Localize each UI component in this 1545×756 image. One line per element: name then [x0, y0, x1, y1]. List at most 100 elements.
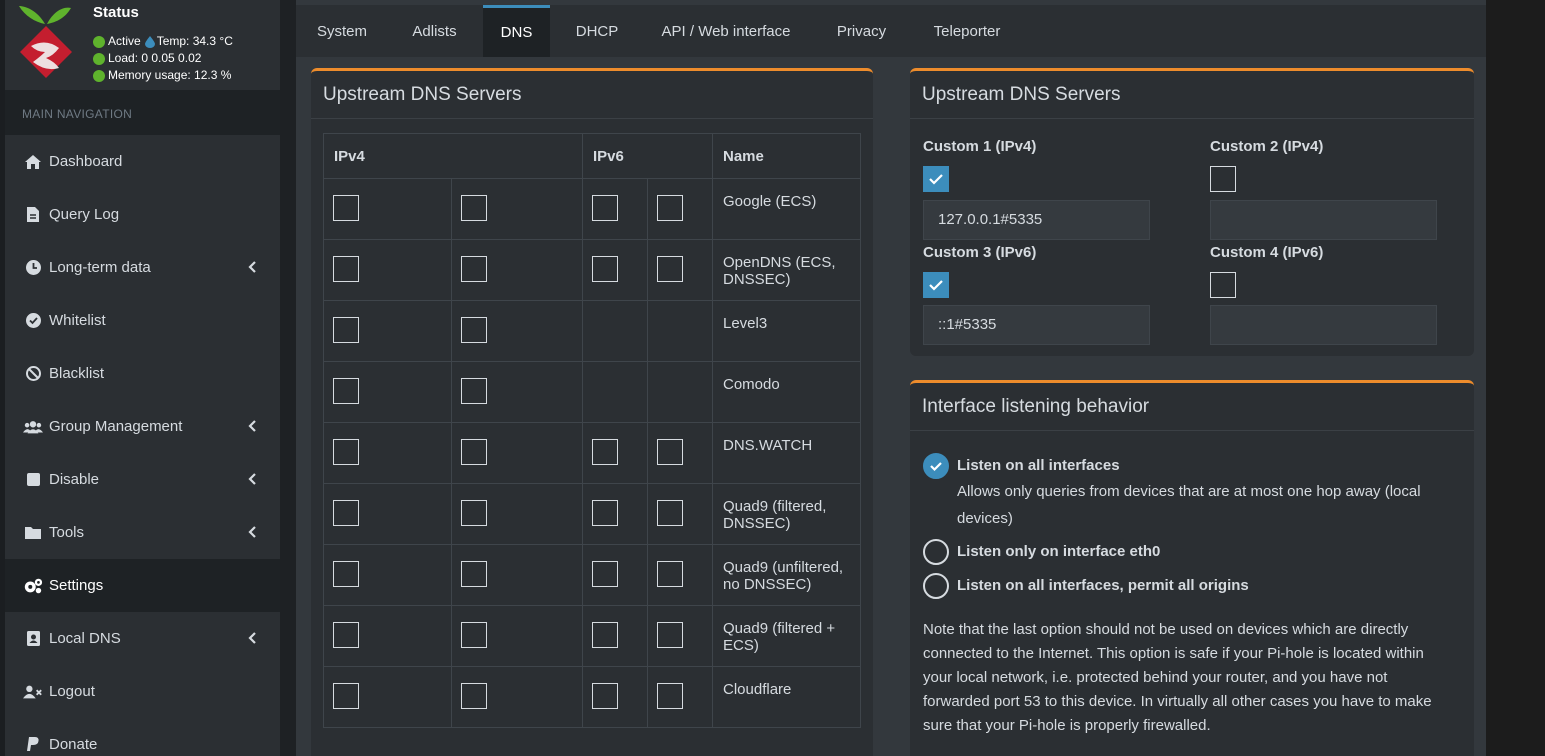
- stop-icon: [23, 471, 43, 489]
- ipv4-checkbox[interactable]: [333, 256, 359, 282]
- tab-system[interactable]: System: [296, 5, 388, 57]
- interface-note: Note that the last option should not be …: [923, 618, 1432, 738]
- custom4-input[interactable]: [1210, 305, 1437, 345]
- custom3-input[interactable]: ::1#5335: [923, 305, 1150, 345]
- ipv4-checkbox[interactable]: [461, 561, 488, 587]
- ipv4-checkbox[interactable]: [333, 500, 359, 526]
- listen-eth0-radio[interactable]: [923, 539, 949, 565]
- sidebar-item-whitelist[interactable]: Whitelist: [5, 294, 280, 347]
- sidebar-item-logout[interactable]: Logout: [5, 665, 280, 718]
- sidebar-item-label: Settings: [49, 577, 104, 594]
- tab-teleporter[interactable]: Teleporter: [913, 5, 1021, 57]
- checkbox-cell: [582, 544, 648, 606]
- ipv4-checkbox[interactable]: [461, 500, 488, 526]
- check-circle-icon: [23, 312, 43, 330]
- ipv4-checkbox[interactable]: [461, 256, 488, 282]
- table-row: Quad9 (filtered, DNSSEC): [322, 483, 861, 545]
- tab-privacy[interactable]: Privacy: [810, 5, 913, 57]
- sidebar-item-label: Blacklist: [49, 365, 105, 382]
- tab-adlists[interactable]: Adlists: [388, 5, 481, 57]
- ipv6-checkbox[interactable]: [592, 195, 618, 221]
- listen-all-origins-radio[interactable]: [923, 573, 949, 599]
- checkbox-cell: [647, 300, 713, 362]
- gears-icon: [23, 577, 43, 595]
- ipv6-checkbox[interactable]: [592, 683, 618, 709]
- ipv6-checkbox[interactable]: [657, 439, 683, 465]
- ipv4-checkbox[interactable]: [461, 622, 488, 648]
- checkbox-cell: [582, 666, 648, 728]
- sidebar-item-group-management[interactable]: Group Management: [5, 400, 280, 453]
- checkbox-cell: [322, 605, 453, 667]
- ipv6-checkbox[interactable]: [592, 256, 618, 282]
- nav-header: MAIN NAVIGATION: [5, 90, 280, 135]
- checkbox-cell: [582, 239, 648, 301]
- sidebar-item-blacklist[interactable]: Blacklist: [5, 347, 280, 400]
- chevron-left-icon: [248, 260, 258, 274]
- table-header-row: IPv4 IPv6 Name: [323, 133, 861, 179]
- ipv6-checkbox[interactable]: [657, 683, 683, 709]
- ipv6-checkbox[interactable]: [657, 256, 683, 282]
- checkbox-cell: [451, 544, 583, 606]
- listen-all-radio[interactable]: [923, 453, 949, 479]
- ipv4-checkbox[interactable]: [333, 622, 359, 648]
- sidebar-item-label: Disable: [49, 471, 100, 488]
- home-icon: [23, 153, 43, 171]
- checkbox-cell: [451, 422, 583, 484]
- paypal-icon: [23, 736, 43, 754]
- note-line: Note that the last option should not be …: [923, 621, 1409, 638]
- chevron-left-icon: [248, 472, 258, 486]
- ipv4-checkbox[interactable]: [461, 683, 488, 709]
- ipv4-checkbox[interactable]: [333, 378, 359, 404]
- tab-dns[interactable]: DNS: [483, 5, 550, 57]
- tab-dhcp[interactable]: DHCP: [552, 5, 642, 57]
- sidebar-item-query-log[interactable]: Query Log: [5, 188, 280, 241]
- sidebar-item-donate[interactable]: Donate: [5, 718, 280, 756]
- ipv4-checkbox[interactable]: [333, 195, 359, 221]
- custom2-input[interactable]: [1210, 200, 1437, 240]
- ipv6-checkbox[interactable]: [592, 622, 618, 648]
- server-name: Level3: [712, 300, 861, 362]
- check-icon: [929, 174, 943, 185]
- sidebar-item-label: Donate: [49, 736, 98, 753]
- ipv6-checkbox[interactable]: [592, 439, 618, 465]
- ipv6-checkbox[interactable]: [657, 195, 683, 221]
- ipv4-checkbox[interactable]: [461, 378, 488, 404]
- tab-api-web-interface[interactable]: API / Web interface: [642, 5, 810, 57]
- sidebar-item-tools[interactable]: Tools: [5, 506, 280, 559]
- ipv4-checkbox[interactable]: [461, 439, 488, 465]
- ipv4-checkbox[interactable]: [461, 195, 488, 221]
- ipv6-checkbox[interactable]: [592, 500, 618, 526]
- ipv4-checkbox[interactable]: [461, 317, 488, 343]
- ipv6-checkbox[interactable]: [657, 500, 683, 526]
- sidebar-item-dashboard[interactable]: Dashboard: [5, 135, 280, 188]
- ipv4-checkbox[interactable]: [333, 317, 359, 343]
- sidebar-item-label: Whitelist: [49, 312, 106, 329]
- listen-all-origins-label[interactable]: Listen on all interfaces, permit all ori…: [957, 577, 1249, 594]
- ipv4-checkbox[interactable]: [333, 439, 359, 465]
- checkbox-cell: [582, 361, 648, 423]
- sidebar-item-long-term-data[interactable]: Long-term data: [5, 241, 280, 294]
- ipv6-checkbox[interactable]: [657, 561, 683, 587]
- checkbox-cell: [647, 178, 713, 240]
- custom1-checkbox[interactable]: [923, 166, 949, 192]
- custom-dns-box: Upstream DNS Servers Custom 1 (IPv4) 127…: [910, 68, 1474, 356]
- checkbox-cell: [451, 361, 583, 423]
- listen-all-label[interactable]: Listen on all interfaces: [957, 457, 1120, 474]
- custom3-checkbox[interactable]: [923, 272, 949, 298]
- ipv4-checkbox[interactable]: [333, 561, 359, 587]
- ipv6-checkbox[interactable]: [592, 561, 618, 587]
- server-name: DNS.WATCH: [712, 422, 861, 484]
- checkbox-cell: [582, 605, 648, 667]
- custom1-input[interactable]: 127.0.0.1#5335: [923, 200, 1150, 240]
- ipv4-checkbox[interactable]: [333, 683, 359, 709]
- custom2-checkbox[interactable]: [1210, 166, 1236, 192]
- custom4-checkbox[interactable]: [1210, 272, 1236, 298]
- ipv6-checkbox[interactable]: [657, 622, 683, 648]
- checkbox-cell: [451, 666, 583, 728]
- sidebar-item-settings[interactable]: Settings: [5, 559, 280, 612]
- sidebar-item-disable[interactable]: Disable: [5, 453, 280, 506]
- custom2-label: Custom 2 (IPv4): [1210, 138, 1324, 155]
- listen-eth0-label[interactable]: Listen only on interface eth0: [957, 543, 1160, 560]
- check-icon: [930, 462, 942, 472]
- sidebar-item-local-dns[interactable]: Local DNS: [5, 612, 280, 665]
